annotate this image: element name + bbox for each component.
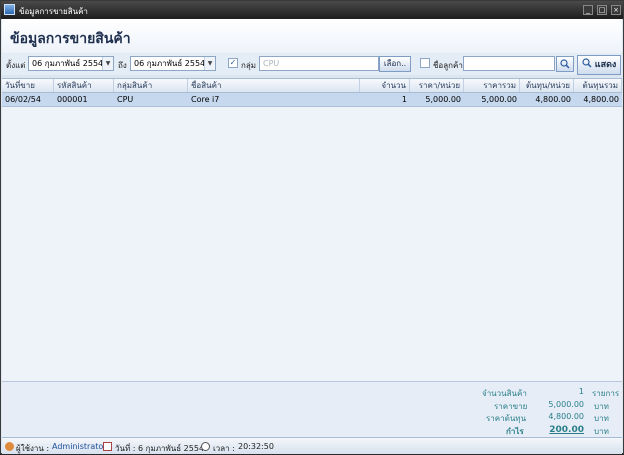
date-label: วันที่ :	[115, 444, 136, 453]
app-icon	[4, 4, 15, 15]
to-day: 06	[134, 59, 145, 68]
summary-cost-unit: บาท	[594, 414, 609, 423]
cell-unit-price: 5,000.00	[425, 95, 461, 104]
show-button-label: แสดง	[594, 60, 617, 70]
table-row[interactable]: 06/02/54 000001 CPU Core i7 1 5,000.00 5…	[2, 93, 622, 107]
header-unit-cost[interactable]: ต้นทุน/หน่วย	[520, 79, 574, 92]
group-input[interactable]: CPU	[259, 56, 379, 71]
summary-cost-label: ราคาต้นทุน	[486, 414, 527, 423]
cell-quantity: 1	[401, 95, 407, 104]
cell-sale-date: 06/02/54	[5, 95, 41, 104]
filter-bar: ตั้งแต่ 06 กุมภาพันธ์ 2554 ▼ ถึง 06 กุมภ…	[2, 53, 622, 75]
time-value: 20:32:50	[238, 442, 274, 451]
summary-cost-value: 4,800.00	[548, 412, 584, 421]
to-date-picker[interactable]: 06 กุมภาพันธ์ 2554 ▼	[130, 56, 216, 71]
search-icon	[560, 59, 570, 69]
search-icon	[582, 58, 592, 68]
header-sale-date[interactable]: วันที่ขาย	[2, 79, 54, 92]
user-icon	[5, 442, 14, 451]
header-total-price[interactable]: ราคารวม	[464, 79, 520, 92]
status-bar: ผู้ใช้งาน : Administrator วันที่ : 6 กุม…	[2, 437, 622, 454]
customer-label: ชื่อลูกค้า	[433, 61, 463, 70]
user-value: Administrator	[52, 442, 107, 451]
cell-total-price: 5,000.00	[481, 95, 517, 104]
window-title: ข้อมูลการขายสินค้า	[19, 7, 88, 16]
summary-qty-value: 1	[578, 387, 584, 396]
close-button[interactable]: ×	[611, 5, 621, 15]
header-quantity[interactable]: จำนวน	[360, 79, 410, 92]
chevron-down-icon[interactable]: ▼	[204, 57, 215, 70]
to-label: ถึง	[118, 61, 127, 70]
clock-icon	[201, 442, 210, 451]
select-group-button[interactable]: เลือก..	[379, 56, 411, 72]
customer-checkbox[interactable]	[420, 58, 430, 68]
cell-total-cost: 4,800.00	[583, 95, 619, 104]
user-label: ผู้ใช้งาน :	[16, 444, 50, 453]
header-product-group[interactable]: กลุ่มสินค้า	[114, 79, 188, 92]
from-month-year: กุมภาพันธ์ 2554	[44, 59, 104, 68]
customer-input[interactable]	[463, 56, 555, 71]
to-month-year: กุมภาพันธ์ 2554	[146, 59, 206, 68]
header-total-cost[interactable]: ต้นทุนรวม	[574, 79, 622, 92]
from-date-picker[interactable]: 06 กุมภาพันธ์ 2554 ▼	[28, 56, 114, 71]
header-unit-price[interactable]: ราคา/หน่วย	[410, 79, 464, 92]
cell-unit-cost: 4,800.00	[535, 95, 571, 104]
maximize-button[interactable]: □	[597, 5, 607, 15]
page-title: ข้อมูลการขายสินค้า	[10, 31, 131, 47]
header-product-name[interactable]: ชื่อสินค้า	[188, 79, 360, 92]
summary-qty-unit: รายการ	[592, 389, 620, 398]
time-label: เวลา :	[213, 444, 235, 453]
calendar-icon	[103, 442, 112, 451]
date-value: 6 กุมภาพันธ์ 2554	[138, 444, 205, 453]
group-checkbox[interactable]: ✓	[228, 58, 238, 68]
group-label: กลุ่ม	[241, 61, 257, 70]
page-header: ข้อมูลการขายสินค้า	[2, 19, 622, 54]
chevron-down-icon[interactable]: ▼	[102, 57, 113, 70]
from-label: ตั้งแต่	[6, 61, 26, 70]
search-button[interactable]	[556, 56, 574, 72]
summary-qty-label: จำนวนสินค้า	[482, 389, 527, 398]
summary-profit-value: 200.00	[549, 425, 584, 435]
sales-table: วันที่ขาย รหัสสินค้า กลุ่มสินค้า ชื่อสิน…	[2, 78, 622, 382]
header-product-code[interactable]: รหัสสินค้า	[54, 79, 114, 92]
table-header: วันที่ขาย รหัสสินค้า กลุ่มสินค้า ชื่อสิน…	[2, 79, 622, 93]
cell-product-name: Core i7	[191, 95, 220, 104]
cell-product-group: CPU	[117, 95, 134, 104]
cell-product-code: 000001	[57, 95, 88, 104]
summary-panel: จำนวนสินค้า 1 รายการ ราคาขาย 5,000.00 บา…	[2, 381, 622, 438]
sales-window: ข้อมูลการขายสินค้า _ □ × ข้อมูลการขายสิน…	[0, 0, 624, 454]
title-bar: ข้อมูลการขายสินค้า _ □ ×	[1, 1, 623, 19]
from-day: 06	[32, 59, 43, 68]
show-button[interactable]: แสดง	[577, 55, 621, 75]
minimize-button[interactable]: _	[583, 5, 593, 15]
summary-sale-value: 5,000.00	[548, 400, 584, 409]
